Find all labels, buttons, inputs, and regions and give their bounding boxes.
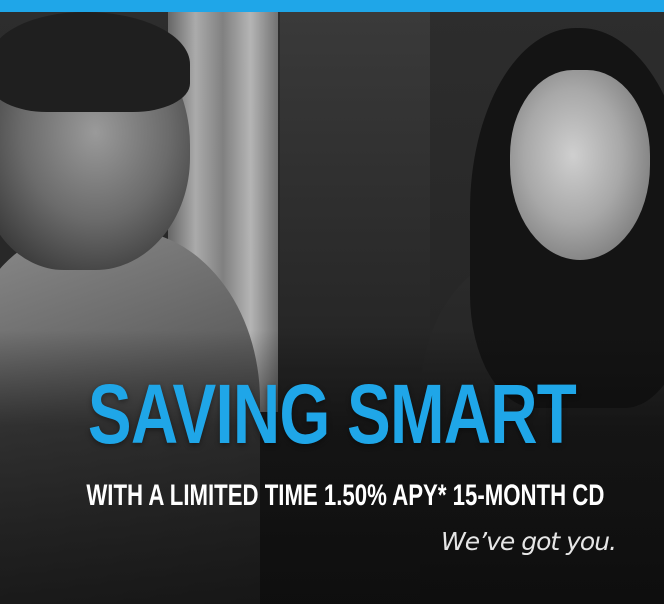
tagline: We’ve got you.: [441, 527, 617, 556]
photo-woman-face: [510, 70, 650, 260]
subheadline: WITH A LIMITED TIME 1.50% APY* 15-MONTH …: [86, 479, 605, 512]
headline: SAVING SMART: [87, 367, 577, 461]
photo-window: [280, 12, 430, 372]
top-accent-bar: [0, 0, 664, 12]
promo-banner[interactable]: SAVING SMART WITH A LIMITED TIME 1.50% A…: [0, 0, 664, 604]
